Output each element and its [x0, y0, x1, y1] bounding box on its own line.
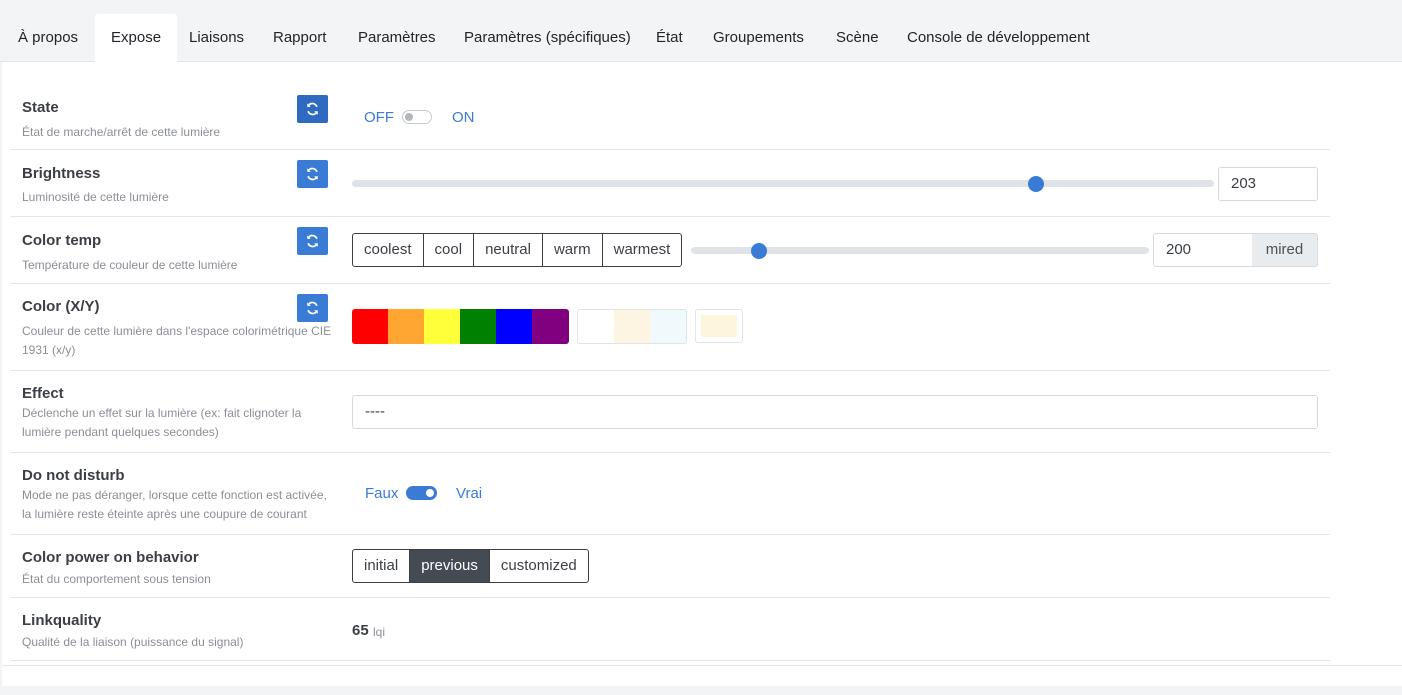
power-on-behavior-options: initial previous customized	[352, 549, 589, 583]
feature-row-effect: Effect Déclenche un effet sur la lumière…	[10, 371, 1330, 453]
linkquality-value: 65	[352, 622, 369, 639]
effect-select[interactable]: ----	[352, 395, 1318, 429]
white-palette	[577, 309, 687, 344]
feature-title: Do not disturb	[22, 467, 125, 484]
swatch-yellow[interactable]	[424, 309, 460, 344]
tab-expose[interactable]: Expose	[95, 14, 178, 62]
tab-bar: À propos Expose Liaisons Rapport Paramèt…	[0, 0, 1402, 62]
linkquality-unit: lqi	[373, 625, 386, 639]
feature-description: État du comportement sous tension	[22, 572, 211, 586]
tab-scene[interactable]: Scène	[820, 14, 895, 62]
refresh-button[interactable]	[297, 160, 328, 188]
preset-coolest-button[interactable]: coolest	[353, 234, 424, 266]
swatch-blue[interactable]	[496, 309, 532, 344]
color-temp-presets: coolest cool neutral warm warmest	[352, 233, 683, 267]
current-color-swatch	[701, 315, 737, 337]
toggle-knob	[405, 113, 413, 121]
toggle-knob	[426, 489, 434, 497]
swatch-white[interactable]	[578, 310, 614, 343]
feature-row-brightness: Brightness Luminosité de cette lumière 2…	[10, 150, 1330, 217]
swatch-purple[interactable]	[532, 309, 569, 344]
swatch-cool-white[interactable]	[650, 310, 686, 343]
refresh-button[interactable]	[297, 95, 328, 123]
brightness-input[interactable]: 203	[1218, 167, 1318, 201]
tab-state[interactable]: État	[640, 14, 699, 62]
feature-row-color-temp: Color temp Température de couleur de cet…	[10, 217, 1330, 284]
brightness-slider-thumb[interactable]	[1028, 176, 1044, 192]
feature-row-do-not-disturb: Do not disturb Mode ne pas déranger, lor…	[10, 453, 1330, 535]
feature-row-power-on-behavior: Color power on behavior État du comporte…	[10, 535, 1330, 598]
color-palette	[352, 309, 569, 344]
tab-dev-console[interactable]: Console de développement	[891, 14, 1106, 62]
feature-title: Brightness	[22, 165, 101, 182]
feature-description: Luminosité de cette lumière	[22, 190, 169, 204]
feature-title: Effect	[22, 385, 64, 402]
feature-title: Color temp	[22, 232, 102, 249]
refresh-button[interactable]	[297, 294, 328, 322]
dnd-off-label[interactable]: Faux	[365, 485, 398, 502]
state-toggle[interactable]	[402, 110, 432, 124]
feature-description: Couleur de cette lumière dans l'espace c…	[22, 324, 332, 357]
dnd-on-label[interactable]: Vrai	[456, 485, 482, 502]
tab-about[interactable]: À propos	[2, 14, 94, 62]
tab-bindings[interactable]: Liaisons	[173, 14, 260, 62]
feature-description: Déclenche un effet sur la lumière (ex: f…	[22, 406, 302, 439]
feature-row-state: State État de marche/arrêt de cette lumi…	[10, 82, 1330, 150]
feature-description: Mode ne pas déranger, lorsque cette fonc…	[22, 488, 327, 521]
state-off-label[interactable]: OFF	[364, 109, 394, 126]
preset-cool-button[interactable]: cool	[424, 234, 475, 266]
refresh-button[interactable]	[297, 227, 328, 255]
panel-footer-divider	[2, 665, 1402, 666]
option-customized-button[interactable]: customized	[490, 550, 588, 582]
preset-warmest-button[interactable]: warmest	[603, 234, 682, 266]
tab-specific-settings[interactable]: Paramètres (spécifiques)	[448, 14, 647, 62]
tab-groups[interactable]: Groupements	[697, 14, 820, 62]
feature-title: Linkquality	[22, 612, 102, 629]
refresh-icon	[307, 167, 318, 181]
preset-neutral-button[interactable]: neutral	[474, 234, 543, 266]
state-on-label[interactable]: ON	[452, 109, 475, 126]
current-color-picker[interactable]	[695, 309, 743, 343]
feature-row-color-xy: Color (X/Y) Couleur de cette lumière dan…	[10, 284, 1330, 371]
swatch-green[interactable]	[460, 309, 496, 344]
feature-description: Température de couleur de cette lumière	[22, 258, 238, 272]
option-previous-button[interactable]: previous	[410, 550, 490, 582]
swatch-orange[interactable]	[388, 309, 424, 344]
dnd-toggle[interactable]	[406, 486, 437, 500]
color-temp-slider-thumb[interactable]	[751, 243, 767, 259]
tab-settings[interactable]: Paramètres	[342, 14, 452, 62]
color-temp-input[interactable]: 200	[1153, 233, 1253, 267]
feature-row-linkquality: Linkquality Qualité de la liaison (puiss…	[10, 598, 1330, 661]
feature-description: État de marche/arrêt de cette lumière	[22, 125, 221, 139]
feature-title: Color power on behavior	[22, 549, 199, 566]
refresh-icon	[307, 102, 318, 116]
swatch-warm-white[interactable]	[614, 310, 650, 343]
expose-panel: State État de marche/arrêt de cette lumi…	[2, 62, 1402, 686]
preset-warm-button[interactable]: warm	[543, 234, 603, 266]
swatch-red[interactable]	[352, 309, 388, 344]
brightness-slider-track[interactable]	[352, 180, 1214, 187]
refresh-icon	[307, 301, 318, 315]
tab-reporting[interactable]: Rapport	[257, 14, 342, 62]
color-temp-unit: mired	[1252, 233, 1318, 267]
feature-title: State	[22, 99, 59, 116]
refresh-icon	[307, 234, 318, 248]
feature-description: Qualité de la liaison (puissance du sign…	[22, 635, 244, 649]
feature-title: Color (X/Y)	[22, 298, 100, 315]
option-initial-button[interactable]: initial	[353, 550, 411, 582]
